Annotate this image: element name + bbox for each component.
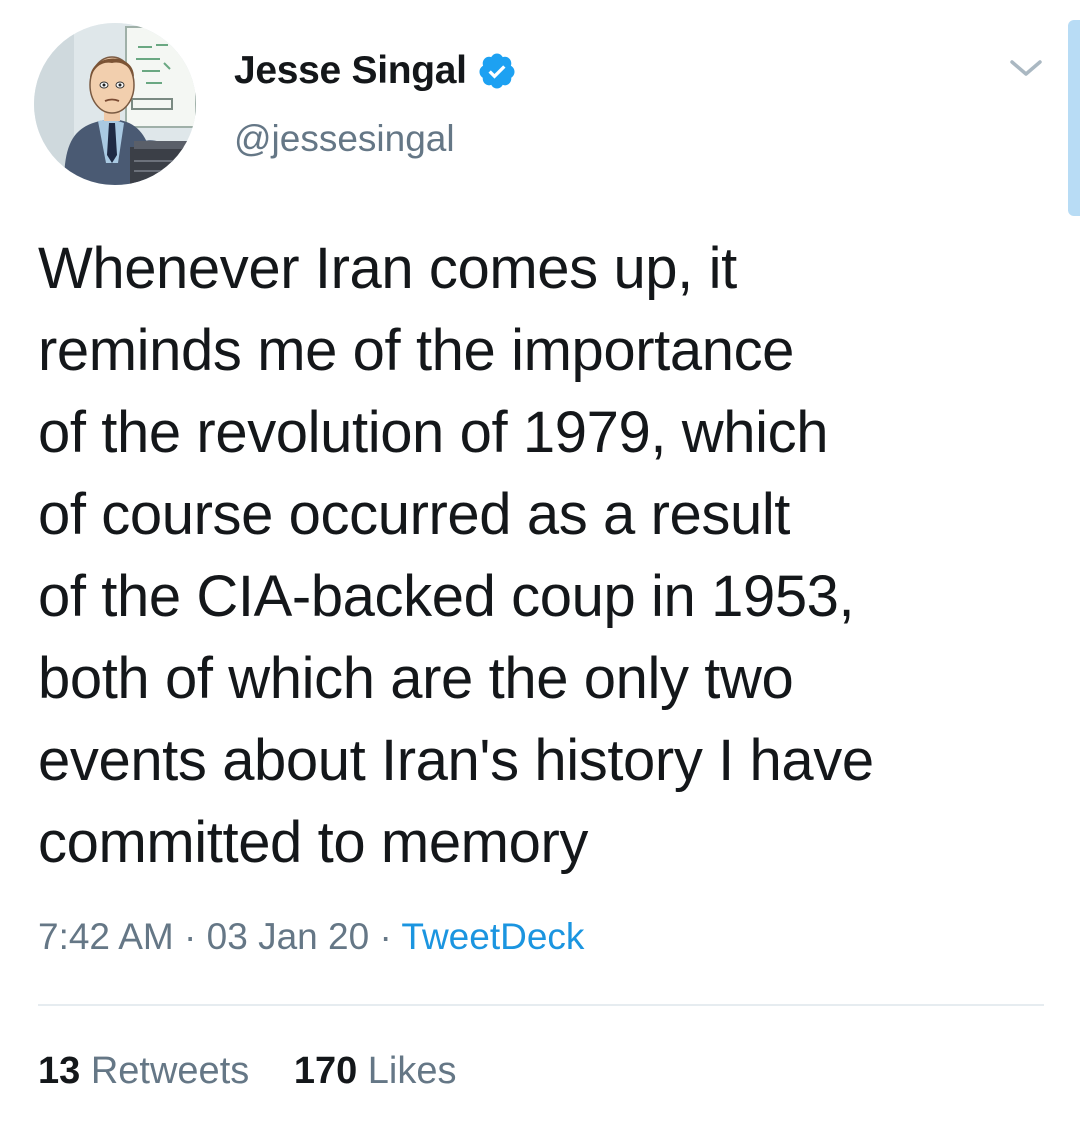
meta-separator: · [369,916,402,957]
likes-label: Likes [367,1050,457,1092]
meta-separator: · [173,916,207,957]
divider [38,1004,1044,1006]
tweet-stats: 13 Retweets 170 Likes [38,1050,491,1093]
scrollbar[interactable] [1068,20,1080,216]
tweet-date[interactable]: 03 Jan 20 [207,916,370,957]
tweet-source-link[interactable]: TweetDeck [401,916,584,957]
display-name[interactable]: Jesse Singal [234,49,467,93]
likes-count: 170 [293,1050,358,1092]
avatar-image [34,23,196,185]
tweet-time[interactable]: 7:42 AM [38,916,174,957]
author-handle[interactable]: @jessesingal [234,118,455,160]
retweets-stat[interactable]: 13 Retweets [38,1050,249,1092]
avatar[interactable] [34,23,196,185]
tweet-card: Jesse Singal @jessesingal Whenever Iran … [0,0,1080,1122]
retweets-count: 13 [38,1050,81,1092]
retweets-label: Retweets [90,1050,250,1092]
verified-badge-icon [479,53,515,89]
chevron-down-icon[interactable] [1006,54,1046,82]
tweet-meta: 7:42 AM · 03 Jan 20 · TweetDeck [38,916,584,958]
likes-stat[interactable]: 170 Likes [294,1050,457,1092]
tweet-text: Whenever Iran comes up, it reminds me of… [38,236,874,875]
author-name-row[interactable]: Jesse Singal [234,44,517,98]
